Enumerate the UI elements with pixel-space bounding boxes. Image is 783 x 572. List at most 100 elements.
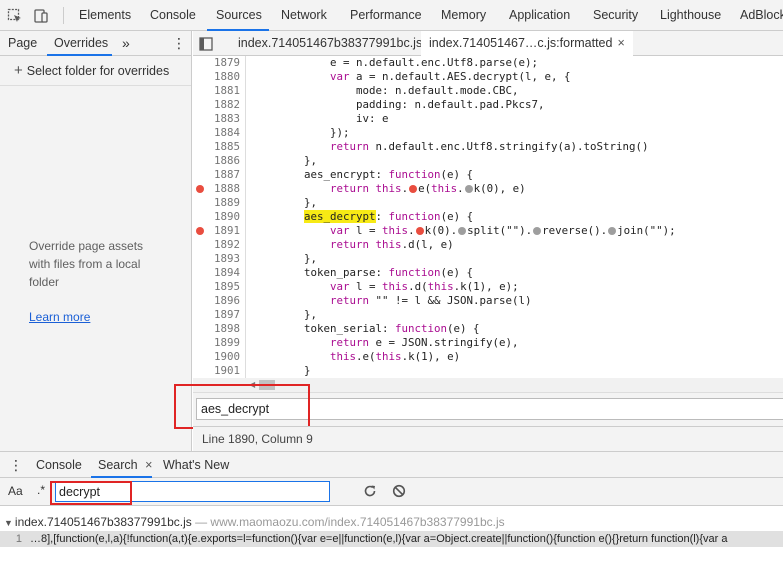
tab-network[interactable]: Network [281,0,327,31]
tab-application[interactable]: Application [509,0,570,31]
match-case-button[interactable]: Aa [8,484,23,498]
code-line[interactable]: 1890 aes_decrypt: function(e) { [193,210,783,224]
code-text: token_serial: function(e) { [252,322,480,335]
code-line[interactable]: 1900 this.e(this.k(1), e) [193,350,783,364]
line-number[interactable]: 1893 [193,252,240,266]
tab-overrides[interactable]: Overrides [54,31,108,55]
code-editor[interactable]: 1879 e = n.default.enc.Utf8.parse(e); 188… [193,56,783,378]
code-line[interactable]: 1899 return e = JSON.stringify(e), [193,336,783,350]
regex-button[interactable]: .* [37,483,45,497]
line-number[interactable]: 1900 [193,350,240,364]
result-file-row[interactable]: ▼ index.714051467b38377991bc.js — www.mao… [4,515,505,529]
line-number[interactable]: 1890 [193,210,240,224]
code-text: }); [252,126,350,139]
code-line[interactable]: 1895 var l = this.d(this.k(1), e); [193,280,783,294]
status-bar: Line 1890, Column 9 [193,426,783,451]
line-number[interactable]: 1889 [193,196,240,210]
learn-more-link[interactable]: Learn more [29,310,90,324]
navigator-pane: Page Overrides » ⋮ + Select folder for ov… [0,31,192,451]
close-icon[interactable]: × [617,36,624,50]
editor-tab-label: index.714051467b38377991bc.js [238,36,423,50]
code-line[interactable]: 1882 padding: n.default.pad.Pkcs7, [193,98,783,112]
code-text: return e = JSON.stringify(e), [330,336,519,349]
line-number[interactable]: 1895 [193,280,240,294]
tab-whats-new[interactable]: What's New [163,452,229,478]
line-number[interactable]: 1883 [193,112,240,126]
tab-sources[interactable]: Sources [216,0,262,31]
code-line[interactable]: 1881 mode: n.default.mode.CBC, [193,84,783,98]
code-text: padding: n.default.pad.Pkcs7, [252,98,545,111]
expand-triangle-icon[interactable]: ▼ [4,518,13,528]
tab-performance[interactable]: Performance [350,0,422,31]
tab-security[interactable]: Security [593,0,638,31]
tab-page[interactable]: Page [8,31,37,55]
editor-tab-source[interactable]: index.714051467b38377991bc.js [230,31,430,56]
toolbar-divider [63,7,64,24]
editor-tab-formatted[interactable]: index.714051467…c.js:formatted × [421,31,633,56]
clear-icon[interactable] [392,484,406,501]
line-number[interactable]: 1886 [193,154,240,168]
line-number[interactable]: 1888 [193,182,240,196]
more-tabs-icon[interactable]: » [122,31,130,55]
code-text: return this. e(this. k(0), e) [330,182,526,195]
code-line[interactable]: 1884 }); [193,126,783,140]
line-number[interactable]: 1894 [193,266,240,280]
line-number[interactable]: 1887 [193,168,240,182]
line-number[interactable]: 1884 [193,126,240,140]
code-line[interactable]: 1887 aes_encrypt: function(e) { [193,168,783,182]
override-message: Override page assets with files from a l… [29,239,144,289]
code-text: return n.default.enc.Utf8.stringify(a).t… [330,140,649,153]
line-number[interactable]: 1880 [193,70,240,84]
code-line[interactable]: 1897 }, [193,308,783,322]
tab-search[interactable]: Search × [98,452,152,478]
tab-memory[interactable]: Memory [441,0,486,31]
tab-lighthouse[interactable]: Lighthouse [660,0,721,31]
code-line[interactable]: 1888 return this. e(this. k(0), e) [193,182,783,196]
line-number[interactable]: 1891 [193,224,240,238]
code-line[interactable]: 1886 }, [193,154,783,168]
line-number[interactable]: 1885 [193,140,240,154]
code-line[interactable]: 1891 var l = this. k(0). split(""). reverse… [193,224,783,238]
code-text: }, [252,252,318,265]
tab-console-drawer[interactable]: Console [36,452,82,478]
code-text: } [252,364,311,377]
line-number[interactable]: 1898 [193,322,240,336]
refresh-icon[interactable] [363,484,377,501]
code-line[interactable]: 1892 return this.d(l, e) [193,238,783,252]
code-line[interactable]: 1896 return "" != l && JSON.parse(l) [193,294,783,308]
line-number[interactable]: 1892 [193,238,240,252]
code-line[interactable]: 1879 e = n.default.enc.Utf8.parse(e); [193,56,783,70]
line-number[interactable]: 1879 [193,56,240,70]
result-match-row[interactable]: 1 …8],[function(e,l,a){!function(a,t){e.e… [0,531,783,547]
line-number[interactable]: 1882 [193,98,240,112]
tab-adblock[interactable]: AdBlock [740,0,783,31]
navigator-menu-icon[interactable]: ⋮ [172,31,186,55]
code-text: iv: e [252,112,389,125]
line-number[interactable]: 1881 [193,84,240,98]
code-text: this.e(this.k(1), e) [330,350,461,363]
device-toolbar-icon[interactable] [29,0,53,31]
editor-tab-label: index.714051467…c.js:formatted [429,36,613,50]
result-file-name: index.714051467b38377991bc.js [14,515,192,529]
code-line[interactable]: 1894 token_parse: function(e) { [193,266,783,280]
code-line[interactable]: 1898 token_serial: function(e) { [193,322,783,336]
close-icon[interactable]: × [145,458,152,472]
code-line[interactable]: 1889 }, [193,196,783,210]
code-line[interactable]: 1880 var a = n.default.AES.decrypt(l, e,… [193,70,783,84]
code-line[interactable]: 1883 iv: e [193,112,783,126]
line-number[interactable]: 1897 [193,308,240,322]
tab-console[interactable]: Console [150,0,196,31]
editor-tabs: index.714051467b38377991bc.js index.7140… [193,31,783,56]
drawer-menu-icon[interactable]: ⋮ [9,452,23,478]
code-line[interactable]: 1893 }, [193,252,783,266]
line-number[interactable]: 1896 [193,294,240,308]
toggle-navigator-icon[interactable] [199,31,221,56]
code-line[interactable]: 1901 } [193,364,783,378]
tab-elements[interactable]: Elements [79,0,131,31]
inspect-element-icon[interactable] [3,0,27,31]
select-folder-button[interactable]: + Select folder for overrides [14,62,169,79]
code-line[interactable]: 1885 return n.default.enc.Utf8.stringify… [193,140,783,154]
line-number[interactable]: 1901 [193,364,240,378]
line-number[interactable]: 1899 [193,336,240,350]
search-results: ▼ index.714051467b38377991bc.js — www.mao… [0,506,783,572]
